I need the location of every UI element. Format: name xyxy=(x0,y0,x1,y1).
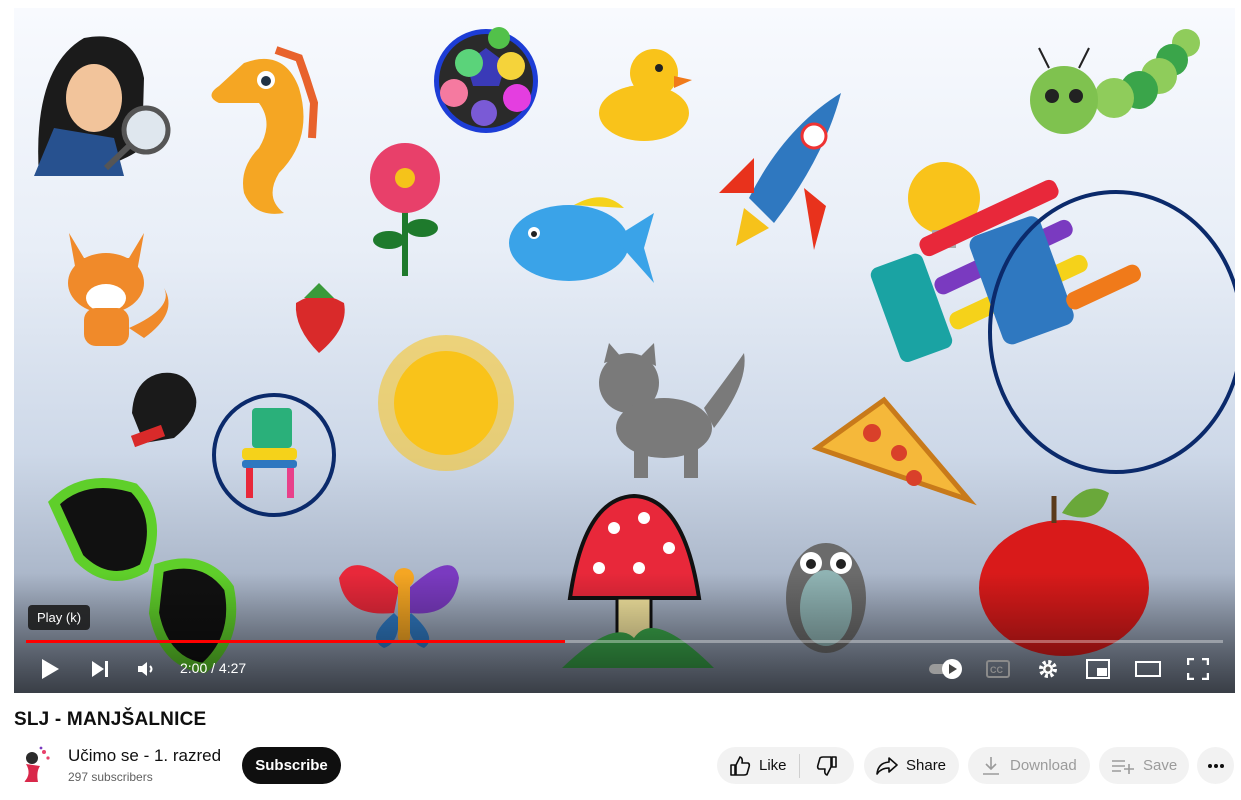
autoplay-toggle-icon xyxy=(929,659,962,679)
apple-picture xyxy=(979,488,1149,656)
share-button[interactable]: Share xyxy=(864,747,959,784)
owl-picture xyxy=(786,543,866,653)
avatar-picture xyxy=(24,746,50,782)
miniplayer-icon xyxy=(1086,659,1110,679)
more-icon xyxy=(1207,763,1225,769)
settings-button[interactable] xyxy=(1028,649,1068,689)
captions-button[interactable]: CC xyxy=(978,649,1018,689)
like-dislike-group: Like xyxy=(717,747,854,784)
play-button[interactable] xyxy=(30,649,70,689)
more-actions-button[interactable] xyxy=(1197,747,1234,784)
dislike-button[interactable] xyxy=(800,755,854,777)
next-button[interactable] xyxy=(80,649,120,689)
theater-icon xyxy=(1135,661,1161,677)
flower-picture xyxy=(370,143,440,276)
strawberry-picture xyxy=(295,283,345,353)
video-title: SLJ - MANJŠALNICE xyxy=(14,709,207,730)
caterpillar-picture xyxy=(1030,29,1200,134)
ball-picture xyxy=(434,27,538,133)
captions-icon: CC xyxy=(986,660,1010,678)
next-icon xyxy=(92,661,108,677)
share-icon xyxy=(876,756,898,776)
theater-button[interactable] xyxy=(1128,649,1168,689)
autoplay-toggle[interactable] xyxy=(924,649,968,689)
oven-mitt-picture xyxy=(130,372,197,448)
play-tooltip: Play (k) xyxy=(28,605,91,630)
save-icon xyxy=(1111,758,1135,774)
girl-magnifier-picture xyxy=(34,36,171,176)
chair-small-picture xyxy=(242,408,297,498)
subscribe-button[interactable]: Subscribe xyxy=(242,747,341,784)
butterfly-picture xyxy=(339,565,459,648)
fullscreen-icon xyxy=(1187,658,1209,680)
seahorse-picture xyxy=(211,46,319,214)
player-controls: 2:00 / 4:27 CC xyxy=(14,649,1235,689)
save-button[interactable]: Save xyxy=(1099,747,1189,784)
pizza-picture xyxy=(811,396,977,506)
channel-avatar[interactable] xyxy=(14,744,54,784)
volume-icon xyxy=(138,662,153,676)
volume-button[interactable] xyxy=(126,649,166,689)
cat-picture xyxy=(599,343,745,478)
progress-bar[interactable] xyxy=(26,640,1223,643)
time-display: 2:00 / 4:27 xyxy=(180,660,247,676)
like-icon xyxy=(729,755,751,777)
duck-picture xyxy=(599,49,692,141)
settings-icon xyxy=(1039,660,1057,678)
progress-played xyxy=(26,640,565,643)
download-label: Download xyxy=(1010,757,1077,774)
like-label: Like xyxy=(759,757,787,774)
svg-text:CC: CC xyxy=(990,665,1003,675)
miniplayer-button[interactable] xyxy=(1078,649,1118,689)
download-icon xyxy=(982,756,1000,776)
like-button[interactable]: Like xyxy=(717,755,799,777)
save-label: Save xyxy=(1143,757,1178,774)
fullscreen-button[interactable] xyxy=(1178,649,1218,689)
fox-picture xyxy=(68,233,169,346)
dislike-icon xyxy=(816,755,838,777)
rocket-picture xyxy=(719,93,841,250)
video-frame xyxy=(34,27,1235,674)
video-player[interactable]: Play (k) 2:00 / 4:27 CC xyxy=(14,8,1235,693)
subscriber-count: 297 subscribers xyxy=(68,770,153,784)
fish-picture xyxy=(509,197,654,283)
sun-picture xyxy=(378,335,514,471)
share-label: Share xyxy=(906,757,947,774)
play-icon xyxy=(42,659,59,679)
download-button[interactable]: Download xyxy=(968,747,1090,784)
channel-name[interactable]: Učimo se - 1. razred xyxy=(68,746,221,766)
